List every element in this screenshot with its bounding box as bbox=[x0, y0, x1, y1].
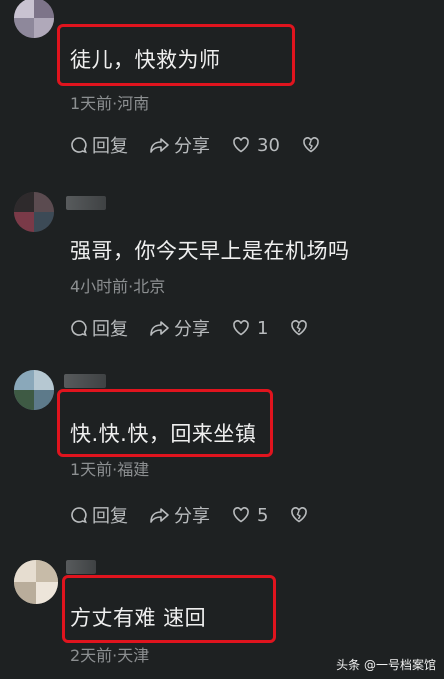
username[interactable] bbox=[66, 196, 106, 210]
like-button[interactable]: 30 bbox=[232, 135, 280, 156]
broken-heart-icon bbox=[303, 137, 319, 153]
reply-button[interactable]: 回复 bbox=[70, 502, 128, 528]
comment-text: 徒儿，快救为师 bbox=[70, 48, 221, 72]
share-label: 分享 bbox=[174, 319, 210, 340]
reply-icon bbox=[71, 320, 87, 337]
reply-icon bbox=[71, 137, 87, 154]
avatar[interactable] bbox=[14, 560, 58, 604]
watermark: 头条 @一号档案馆 bbox=[336, 658, 436, 672]
dislike-button[interactable] bbox=[290, 319, 312, 337]
comment-meta: 1天前·河南 bbox=[70, 94, 150, 113]
reply-label: 回复 bbox=[92, 136, 128, 157]
comment-meta: 1天前·福建 bbox=[70, 460, 150, 479]
avatar[interactable] bbox=[14, 192, 54, 232]
share-icon bbox=[150, 138, 169, 153]
comment-meta: 2天前·天津 bbox=[70, 646, 150, 665]
broken-heart-icon bbox=[291, 320, 308, 336]
heart-icon bbox=[233, 507, 249, 523]
share-icon bbox=[150, 508, 169, 523]
reply-label: 回复 bbox=[92, 319, 128, 340]
reply-button[interactable]: 回复 bbox=[70, 315, 128, 341]
share-button[interactable]: 分享 bbox=[150, 502, 210, 528]
share-label: 分享 bbox=[174, 506, 210, 527]
reply-icon bbox=[71, 507, 87, 524]
comment-actions: 回复 分享 5 bbox=[70, 503, 334, 527]
heart-icon bbox=[233, 137, 249, 153]
comment-actions: 回复 分享 30 bbox=[70, 133, 346, 157]
share-button[interactable]: 分享 bbox=[150, 315, 210, 341]
comment-text: 快.快.快，回来坐镇 bbox=[70, 422, 257, 446]
comment-meta: 4小时前·北京 bbox=[70, 277, 166, 296]
like-count: 30 bbox=[257, 134, 280, 156]
dislike-button[interactable] bbox=[290, 506, 312, 524]
avatar[interactable] bbox=[14, 370, 54, 410]
broken-heart-icon bbox=[291, 507, 308, 523]
like-count: 5 bbox=[257, 504, 269, 526]
comment-text: 强哥，你今天早上是在机场吗 bbox=[70, 239, 350, 263]
username[interactable] bbox=[64, 374, 106, 388]
like-button[interactable]: 1 bbox=[232, 318, 268, 339]
username[interactable] bbox=[66, 560, 96, 574]
share-label: 分享 bbox=[174, 136, 210, 157]
reply-button[interactable]: 回复 bbox=[70, 132, 128, 158]
share-button[interactable]: 分享 bbox=[150, 132, 210, 158]
reply-label: 回复 bbox=[92, 506, 128, 527]
dislike-button[interactable] bbox=[302, 136, 324, 154]
avatar[interactable] bbox=[14, 0, 54, 38]
heart-icon bbox=[233, 320, 249, 336]
comment-text: 方丈有难 速回 bbox=[70, 606, 207, 630]
comment-actions: 回复 分享 1 bbox=[70, 316, 334, 340]
like-button[interactable]: 5 bbox=[232, 505, 268, 526]
share-icon bbox=[150, 321, 169, 336]
like-count: 1 bbox=[257, 317, 269, 339]
